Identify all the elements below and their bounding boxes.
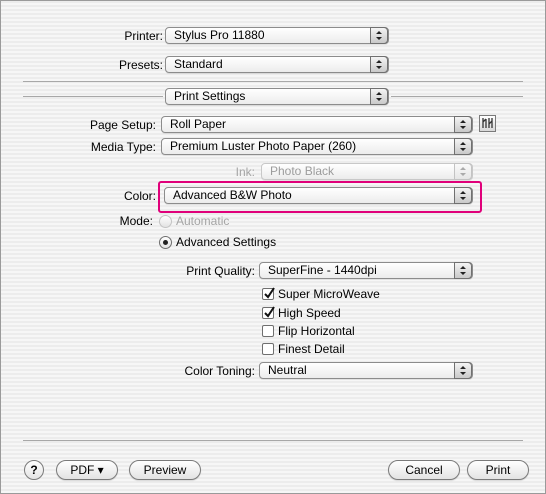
mode-label: Mode: [119, 214, 153, 228]
flip-horizontal-checkbox[interactable] [262, 325, 274, 337]
finest-detail-checkbox[interactable] [262, 343, 274, 355]
print-quality-label: Print Quality: [186, 264, 255, 278]
presets-label: Presets: [118, 58, 163, 72]
media-type-value: Premium Luster Photo Paper (260) [170, 139, 357, 153]
roll-settings-icon[interactable] [479, 115, 496, 132]
high-speed-checkbox[interactable] [262, 306, 275, 319]
flip-horizontal-label: Flip Horizontal [278, 324, 355, 338]
ink-label: Ink: [235, 165, 255, 179]
color-label: Color: [123, 189, 156, 203]
section-rule-right [391, 96, 523, 97]
color-toning-value: Neutral [268, 363, 307, 377]
color-popup[interactable]: Advanced B&W Photo [164, 187, 473, 204]
popup-arrows-icon [454, 362, 472, 379]
printer-popup[interactable]: Stylus Pro 11880 [165, 27, 389, 44]
print-quality-popup[interactable]: SuperFine - 1440dpi [259, 262, 473, 279]
section-value: Print Settings [174, 89, 246, 103]
printer-value: Stylus Pro 11880 [174, 28, 265, 42]
presets-value: Standard [174, 57, 223, 71]
printer-label: Printer: [124, 29, 163, 43]
footer-separator [23, 440, 523, 441]
presets-popup[interactable]: Standard [165, 56, 389, 73]
high-speed-label: High Speed [278, 306, 341, 320]
popup-arrows-icon [454, 116, 472, 133]
page-setup-value: Roll Paper [170, 117, 227, 131]
popup-arrows-icon [454, 138, 472, 155]
popup-arrows-icon [454, 187, 472, 204]
preview-button[interactable]: Preview [129, 460, 201, 480]
cancel-button[interactable]: Cancel [388, 460, 460, 480]
pdf-button[interactable]: PDF ▾ [56, 460, 118, 480]
print-dialog: Printer: Stylus Pro 11880 Presets: Stand… [0, 0, 546, 494]
color-value: Advanced B&W Photo [173, 188, 292, 202]
color-toning-label: Color Toning: [184, 364, 256, 378]
super-microweave-checkbox[interactable] [262, 287, 275, 300]
popup-arrows-icon [370, 27, 388, 44]
page-setup-popup[interactable]: Roll Paper [161, 116, 473, 133]
media-type-label: Media Type: [90, 140, 156, 154]
section-popup[interactable]: Print Settings [165, 88, 389, 105]
media-type-popup[interactable]: Premium Luster Photo Paper (260) [161, 138, 473, 155]
color-toning-popup[interactable]: Neutral [259, 362, 473, 379]
popup-arrows-icon [370, 56, 388, 73]
print-button[interactable]: Print [467, 460, 529, 480]
page-setup-label: Page Setup: [89, 118, 156, 132]
super-microweave-label: Super MicroWeave [278, 287, 380, 301]
finest-detail-label: Finest Detail [278, 342, 345, 356]
section-rule-left [23, 96, 163, 97]
popup-arrows-icon [454, 163, 472, 180]
popup-arrows-icon [370, 88, 388, 105]
radio-automatic[interactable] [159, 215, 172, 228]
radio-advanced-settings[interactable] [159, 236, 172, 249]
separator [23, 81, 523, 82]
ink-value: Photo Black [270, 164, 335, 178]
popup-arrows-icon [454, 262, 472, 279]
help-button[interactable]: ? [24, 460, 44, 480]
ink-popup[interactable]: Photo Black [261, 163, 473, 180]
radio-automatic-label: Automatic [176, 214, 230, 228]
print-quality-value: SuperFine - 1440dpi [268, 263, 377, 277]
radio-advanced-settings-label: Advanced Settings [176, 235, 277, 249]
